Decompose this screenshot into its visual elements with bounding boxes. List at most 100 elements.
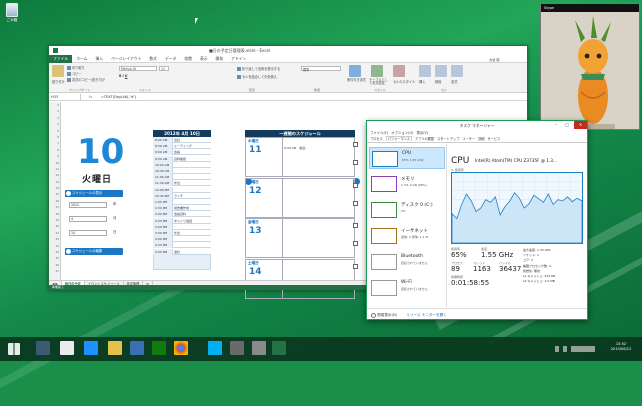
timeline-row[interactable]: 8:00 AM 出社 [153, 137, 211, 144]
table-format-button[interactable]: テーブルとして書式設定 [369, 78, 391, 84]
resource-item[interactable]: Bluetooth 接続されていません [369, 251, 445, 273]
chrome-icon[interactable] [174, 341, 188, 355]
timeline-row[interactable]: 1:30 PM 報告書作成 [153, 205, 211, 212]
number-format-select[interactable]: 標準 [301, 66, 341, 72]
paste-button[interactable]: 貼り付け [52, 79, 65, 84]
weekly-day-cell[interactable]: 木曜日 12 [245, 177, 355, 218]
ribbon-tab[interactable]: 挿入 [91, 55, 107, 63]
menu-item[interactable]: 表示(V) [416, 131, 428, 135]
ribbon-tab[interactable]: ホーム [72, 55, 91, 63]
merge-center-button[interactable]: セルを結合して中央揃え [237, 74, 277, 79]
timeline-row[interactable]: 4:30 PM [153, 242, 211, 249]
timeline-row[interactable]: 11:30 AM 外出 [153, 180, 211, 187]
resource-item[interactable]: ディスク 0 (C:) 0% [369, 199, 445, 221]
user-name[interactable]: 大谷 麗 [489, 57, 500, 62]
timeline-row[interactable]: 10:00 AM [153, 161, 211, 168]
fewer-details-link[interactable]: 簡易表示(D) [377, 313, 397, 317]
close-icon[interactable]: ✕ [574, 121, 587, 129]
font-name-select[interactable]: Meiryo UI [119, 66, 157, 71]
checkbox[interactable] [353, 241, 358, 246]
day-field[interactable]: 10 [69, 230, 107, 236]
ribbon-tab[interactable]: 表示 [196, 55, 212, 63]
timeline-row[interactable]: 1:00 PM [153, 199, 211, 206]
formula-input[interactable]: =TEXT(Day(A6),"d") [101, 94, 136, 101]
resource-item[interactable]: Wi-Fi 接続されていません [369, 277, 445, 299]
month-field[interactable]: 4 [69, 216, 107, 222]
cell-styles-icon[interactable] [393, 65, 405, 77]
timeline-row[interactable]: 12:30 PM ランチ [153, 192, 211, 199]
ribbon-tab[interactable]: データ [161, 55, 180, 63]
copy-button[interactable]: コピー [67, 71, 82, 76]
resource-item[interactable]: メモリ 1.3/1.9 GB (68%) [369, 173, 445, 195]
app-window-icon[interactable] [60, 341, 74, 355]
ribbon-tab[interactable]: 開発 [212, 55, 228, 63]
skype-icon[interactable] [208, 341, 222, 355]
ribbon-tab[interactable]: アドイン [227, 55, 250, 63]
ribbon-tab[interactable]: ファイル [49, 55, 73, 63]
ribbon-tab[interactable]: 数式 [145, 55, 161, 63]
delete-cells-button[interactable]: 削除 [435, 79, 441, 84]
ribbon-tab[interactable]: ページレイアウト [107, 55, 145, 63]
insert-cells-icon[interactable] [419, 65, 431, 77]
bold-button[interactable]: B I U [119, 74, 127, 79]
year-field[interactable]: 2012 [69, 202, 107, 208]
timeline-row[interactable]: 2:00 PM 会議資料 [153, 211, 211, 218]
timeline-row[interactable]: 3:00 PM [153, 223, 211, 230]
task-manager-tab[interactable]: ユーザー [462, 137, 475, 141]
cell-styles-button[interactable]: セルのスタイル [393, 79, 415, 84]
timeline-row[interactable]: 11:00 AM [153, 174, 211, 181]
skype-video-window[interactable]: Skype [540, 3, 640, 130]
checkbox[interactable] [353, 263, 358, 269]
wrap-text-button[interactable]: 折り返して全体を表示する [237, 66, 280, 71]
store-icon[interactable] [130, 341, 144, 355]
timeline-row[interactable]: 4:00 PM [153, 236, 211, 243]
task-manager-tab[interactable]: アプリの履歴 [415, 137, 434, 141]
table-format-icon[interactable] [371, 65, 383, 77]
menu-item[interactable]: オプション(O) [391, 131, 413, 135]
checkbox[interactable] [353, 142, 358, 147]
checkbox[interactable] [353, 160, 358, 165]
timeline-row[interactable]: 12:00 PM [153, 186, 211, 193]
cut-button[interactable]: 切り取り [67, 65, 85, 70]
conditional-format-button[interactable]: 条件付き書式 [347, 78, 367, 84]
start-icon[interactable] [8, 343, 20, 355]
file-explorer-icon[interactable] [36, 341, 50, 355]
app-window-2-icon[interactable] [252, 341, 266, 355]
checkbox[interactable] [353, 182, 358, 188]
insert-cells-button[interactable]: 挿入 [419, 79, 425, 84]
folder-icon[interactable] [108, 341, 122, 355]
checkbox[interactable] [353, 200, 358, 206]
task-manager-tab[interactable]: パフォーマンス [385, 136, 412, 141]
format-cells-icon[interactable] [451, 65, 463, 77]
tray-icons[interactable] [555, 346, 595, 352]
timeline-row[interactable]: 3:30 PM 外出 [153, 230, 211, 237]
task-manager-tab[interactable]: プロセス [370, 137, 383, 141]
format-cells-button[interactable]: 書式 [451, 79, 457, 84]
weekly-day-cell[interactable]: 土曜日 14 [245, 258, 355, 299]
excel-taskbar-icon[interactable] [272, 341, 286, 355]
timeline-row[interactable]: 2:30 PM ゆっくり電話 [153, 217, 211, 224]
task-manager-tab[interactable]: サービス [488, 137, 501, 141]
weekly-day-cell[interactable]: 水曜日 11 9:30 AM 歓迎 [245, 137, 355, 177]
timeline-row[interactable]: 8:30 AM ミーティング [153, 143, 211, 150]
clock[interactable]: 15:52 2015/06/12 [602, 342, 640, 352]
resource-item[interactable]: CPU 65% 1.55 GHz [369, 147, 445, 169]
minimize-icon[interactable]: – [551, 121, 561, 129]
timeline-row[interactable]: 10:30 AM [153, 168, 211, 175]
format-painter-button[interactable]: 書式のコピー/貼り付け [67, 77, 105, 82]
weekly-day-cell[interactable]: 金曜日 13 [245, 218, 355, 258]
internet-explorer-icon[interactable] [84, 341, 98, 355]
conditional-format-icon[interactable] [349, 65, 361, 77]
timeline-row[interactable]: 5:00 PM 退社 [153, 248, 211, 255]
delete-cells-icon[interactable] [435, 65, 447, 77]
task-manager-taskbar-icon[interactable] [230, 341, 244, 355]
task-manager-tab[interactable]: スタートアップ [437, 137, 459, 141]
maximize-icon[interactable]: □ [562, 121, 572, 129]
checkbox[interactable] [353, 223, 358, 228]
menu-item[interactable]: ファイル(F) [370, 131, 388, 135]
ribbon-tab[interactable]: 校閲 [180, 55, 196, 63]
resource-item[interactable]: イーサネット 送信: 0 受信: 1.1 M [369, 225, 445, 247]
timeline-row[interactable]: 9:30 AM 資料確認 [153, 155, 211, 162]
resource-monitor-link[interactable]: リソース モニターを開く [406, 313, 447, 317]
media-icon[interactable] [152, 341, 166, 355]
